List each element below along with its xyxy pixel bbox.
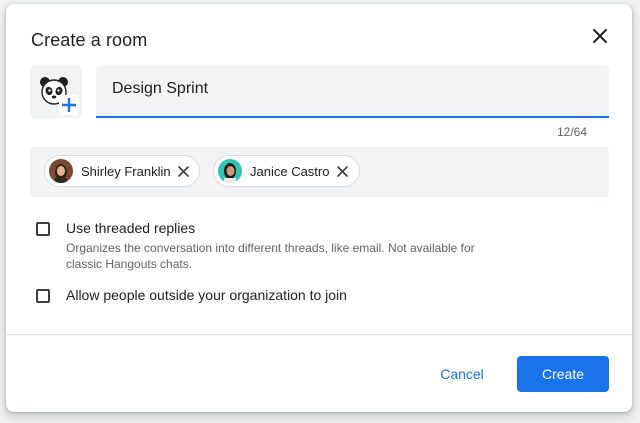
option-description: Organizes the conversation into differen… [66, 241, 475, 271]
option-label: Allow people outside your organization t… [66, 287, 347, 303]
create-room-dialog: Create a room 12/64 [6, 4, 632, 412]
close-icon [337, 165, 348, 177]
room-name-input[interactable] [112, 80, 582, 98]
member-name: Janice Castro [250, 163, 330, 179]
add-icon [59, 95, 79, 115]
close-icon [593, 29, 607, 43]
remove-member-button[interactable] [333, 162, 351, 180]
member-chip-janice: Janice Castro [213, 155, 360, 187]
member-name: Shirley Franklin [81, 163, 171, 179]
close-icon [178, 165, 189, 177]
avatar [49, 159, 73, 183]
people-field[interactable]: Shirley Franklin Janice Castro [30, 147, 609, 197]
close-button[interactable] [588, 24, 612, 48]
option-label: Use threaded replies [66, 220, 196, 236]
allow-external-checkbox[interactable] [36, 289, 50, 303]
cancel-button[interactable]: Cancel [422, 356, 502, 392]
room-name-field[interactable] [96, 66, 609, 118]
create-button[interactable]: Create [517, 356, 609, 392]
remove-member-button[interactable] [175, 162, 193, 180]
threaded-replies-checkbox[interactable] [36, 222, 50, 236]
dialog-title: Create a room [31, 30, 148, 50]
member-chip-shirley: Shirley Franklin [44, 155, 200, 187]
room-avatar-picker[interactable] [30, 66, 82, 118]
character-counter: 12/64 [556, 125, 587, 139]
avatar [218, 159, 242, 183]
footer-divider [6, 334, 632, 335]
